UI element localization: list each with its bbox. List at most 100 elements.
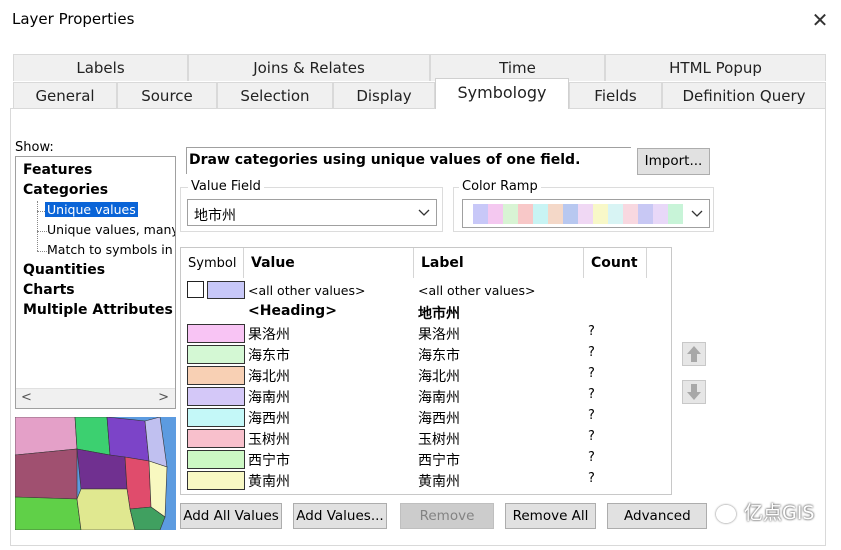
row-label: 玉树州 xyxy=(418,432,460,448)
chevron-down-icon[interactable] xyxy=(418,209,430,217)
column-separator xyxy=(646,248,647,278)
tree-connector xyxy=(37,231,47,232)
row-label: 黄南州 xyxy=(418,474,460,490)
values-grid[interactable]: Symbol Value Label Count <all other valu… xyxy=(180,247,672,495)
row-symbol[interactable] xyxy=(187,387,245,406)
move-down-button[interactable] xyxy=(682,380,706,404)
show-tree[interactable]: Features Categories Unique values Unique… xyxy=(15,156,176,409)
tab-joins-relates[interactable]: Joins & Relates xyxy=(188,54,430,81)
chevron-down-icon[interactable] xyxy=(691,210,703,218)
row-count: ? xyxy=(588,324,595,339)
row-label: 海东市 xyxy=(418,348,460,364)
color-ramp-swatch xyxy=(653,204,668,224)
scroll-left-icon[interactable]: < xyxy=(21,390,32,405)
tab-selection[interactable]: Selection xyxy=(217,82,333,109)
color-ramp-swatch xyxy=(518,204,533,224)
color-ramp-select[interactable] xyxy=(462,199,710,228)
row-label: 海南州 xyxy=(418,390,460,406)
row-symbol[interactable] xyxy=(187,408,245,427)
all-other-symbol[interactable] xyxy=(207,281,245,299)
arrow-up-icon xyxy=(687,346,701,362)
row-value: 海北州 xyxy=(248,369,290,385)
description-text: Draw categories using unique values of o… xyxy=(189,152,581,168)
wechat-icon xyxy=(716,504,736,523)
row-count: ? xyxy=(588,450,595,465)
color-ramp-swatch xyxy=(533,204,548,224)
tab-symbology[interactable]: Symbology xyxy=(435,78,569,109)
import-button[interactable]: Import... xyxy=(637,148,710,175)
tree-horizontal-scrollbar[interactable]: < > xyxy=(16,388,175,408)
preview-map-image xyxy=(15,417,176,530)
remove-button[interactable]: Remove xyxy=(400,503,494,529)
row-symbol[interactable] xyxy=(187,429,245,448)
header-label[interactable]: Label xyxy=(421,255,464,271)
tab-definition-query[interactable]: Definition Query xyxy=(662,82,826,109)
row-value: 海南州 xyxy=(248,390,290,406)
tree-features[interactable]: Features xyxy=(23,162,92,178)
row-value: 黄南州 xyxy=(248,474,290,490)
row-value: 果洛州 xyxy=(248,327,290,343)
row-label: 果洛州 xyxy=(418,327,460,343)
tree-charts[interactable]: Charts xyxy=(23,282,75,298)
header-value[interactable]: Value xyxy=(251,255,295,271)
window-title: Layer Properties xyxy=(12,10,135,28)
row-symbol[interactable] xyxy=(187,471,245,490)
move-up-button[interactable] xyxy=(682,342,706,366)
tree-unique-values-many[interactable]: Unique values, many xyxy=(47,222,175,237)
color-ramp-swatch xyxy=(593,204,608,224)
scroll-right-icon[interactable]: > xyxy=(158,390,169,405)
tab-fields[interactable]: Fields xyxy=(569,82,662,109)
column-separator xyxy=(243,248,244,278)
all-other-checkbox[interactable] xyxy=(187,281,204,298)
color-ramp-label: Color Ramp xyxy=(459,179,541,194)
tab-html-popup[interactable]: HTML Popup xyxy=(605,54,826,81)
row-value: 海西州 xyxy=(248,411,290,427)
tab-display[interactable]: Display xyxy=(333,82,435,109)
header-symbol[interactable]: Symbol xyxy=(188,256,236,271)
arrow-down-icon xyxy=(687,384,701,400)
value-field-label: Value Field xyxy=(188,179,264,194)
color-ramp-swatch xyxy=(638,204,653,224)
row-label: 西宁市 xyxy=(418,453,460,469)
show-label: Show: xyxy=(15,140,54,155)
row-symbol[interactable] xyxy=(187,345,245,364)
remove-all-button[interactable]: Remove All xyxy=(505,503,596,529)
value-field-select[interactable]: 地市州 xyxy=(187,199,437,226)
close-icon[interactable]: ✕ xyxy=(806,6,834,34)
tree-categories[interactable]: Categories xyxy=(23,182,108,198)
column-separator xyxy=(413,248,414,278)
row-symbol[interactable] xyxy=(187,366,245,385)
add-all-values-button[interactable]: Add All Values xyxy=(180,503,282,529)
tree-match-to-symbols[interactable]: Match to symbols in a xyxy=(47,242,175,257)
advanced-button[interactable]: Advanced xyxy=(607,503,707,529)
color-ramp-swatch xyxy=(548,204,563,224)
tree-connector xyxy=(37,251,47,252)
row-count: ? xyxy=(588,345,595,360)
tree-multiple-attributes[interactable]: Multiple Attributes xyxy=(23,302,173,318)
color-ramp-swatch xyxy=(578,204,593,224)
tree-unique-values[interactable]: Unique values xyxy=(45,202,138,217)
description-box: Draw categories using unique values of o… xyxy=(186,147,631,174)
row-label: 海北州 xyxy=(418,369,460,385)
all-other-value: <all other values> xyxy=(248,283,366,298)
title-bar: Layer Properties ✕ xyxy=(0,0,841,40)
color-ramp-preview xyxy=(473,204,683,224)
row-symbol[interactable] xyxy=(187,450,245,469)
row-symbol[interactable] xyxy=(187,324,245,343)
all-other-label: <all other values> xyxy=(418,283,536,298)
tab-time[interactable]: Time xyxy=(430,54,605,81)
color-ramp-swatch xyxy=(608,204,623,224)
header-count[interactable]: Count xyxy=(591,255,638,271)
add-values-button[interactable]: Add Values... xyxy=(293,503,387,529)
tab-source[interactable]: Source xyxy=(117,82,217,109)
watermark-label: 亿点GIS xyxy=(744,502,815,524)
tree-quantities[interactable]: Quantities xyxy=(23,262,105,278)
heading-label: 地市州 xyxy=(418,306,460,322)
color-ramp-swatch xyxy=(473,204,488,224)
row-count: ? xyxy=(588,366,595,381)
row-value: 西宁市 xyxy=(248,453,290,469)
watermark-text: 亿点GIS xyxy=(716,498,814,525)
tab-labels[interactable]: Labels xyxy=(13,54,188,81)
row-count: ? xyxy=(588,408,595,423)
tab-general[interactable]: General xyxy=(13,82,117,109)
